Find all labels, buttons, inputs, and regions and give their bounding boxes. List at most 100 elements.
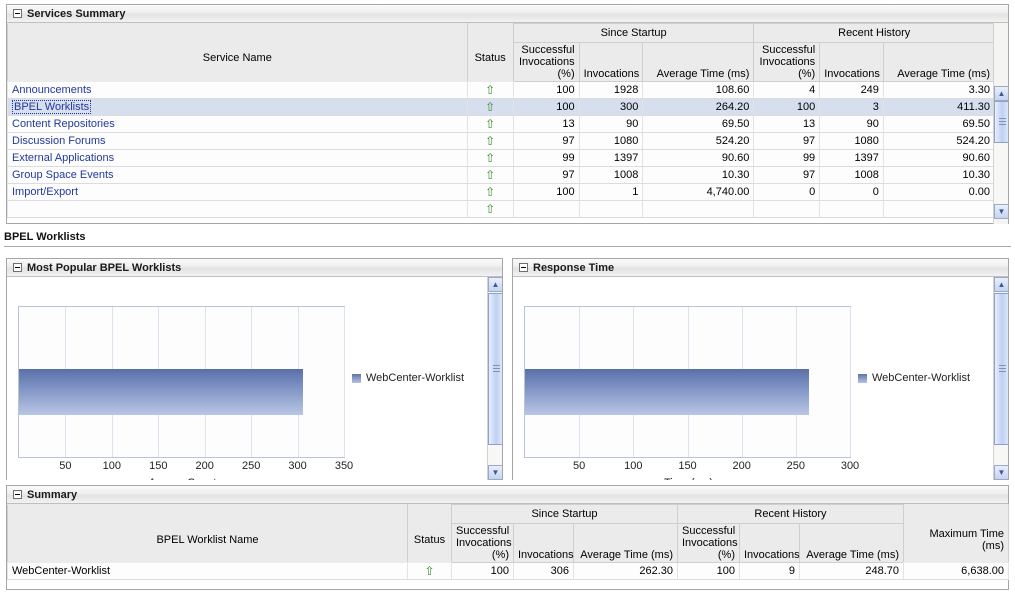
chart-bar-webcenter-worklist[interactable] [525, 368, 810, 415]
col-ss-invocations[interactable]: Invocations [578, 42, 644, 82]
status-up-arrow-icon: ⇧ [485, 150, 496, 165]
cell-ss-successful-invocations: 100 [451, 562, 514, 580]
col-ss-average-time[interactable]: Average Time (ms) [573, 523, 678, 563]
panel-title: Most Popular BPEL Worklists [27, 261, 182, 274]
cell-service-name[interactable]: Announcements [7, 81, 468, 99]
service-link[interactable]: Discussion Forums [12, 135, 106, 147]
cell-service-name[interactable]: External Applications [7, 149, 468, 167]
cell-ss-average-time: 90.60 [642, 149, 755, 167]
cell-rh-average-time: 248.70 [799, 562, 904, 580]
collapse-icon[interactable] [519, 263, 528, 272]
collapse-icon[interactable] [13, 263, 22, 272]
service-link[interactable]: Announcements [12, 84, 92, 96]
summary-table-body: WebCenter-Worklist ⇧ 100 306 262.30 100 9 248.7… [7, 562, 1009, 580]
table-group-header-row: Service Name Status Since Startup Recent… [7, 23, 995, 82]
cell-rh-successful-invocations: 4 [753, 81, 821, 99]
most-popular-header[interactable]: Most Popular BPEL Worklists [7, 259, 502, 277]
table-row[interactable]: BPEL Worklists ⇧ 100 300 264.20 100 3 411.30 [7, 98, 996, 116]
col-group-since-startup: Since Startup [512, 23, 755, 43]
scroll-thumb[interactable] [994, 101, 1008, 143]
cell-service-name[interactable]: Group Space Events [7, 166, 468, 184]
cell-service-name[interactable]: Content Repositories [7, 115, 468, 133]
col-ss-successful-invocations[interactable]: Successful Invocations (%) [451, 523, 514, 563]
table-row[interactable]: External Applications ⇧ 99 1397 90.60 99 1397 9… [7, 149, 996, 167]
col-rh-average-time[interactable]: Average Time (ms) [882, 42, 996, 82]
chart-gridline [850, 307, 851, 457]
response-time-header[interactable]: Response Time [513, 259, 1008, 277]
services-table-body: Announcements ⇧ 100 1928 108.60 4 249 3.30 BPEL … [7, 81, 996, 218]
col-rh-invocations[interactable]: Invocations [819, 42, 884, 82]
col-status[interactable]: Status [407, 504, 452, 563]
cell-rh-average-time: 3.30 [882, 81, 996, 99]
cell-ss-average-time: 524.20 [642, 132, 755, 150]
services-summary-header[interactable]: Services Summary [7, 5, 1008, 23]
cell-rh-average-time: 90.60 [882, 149, 996, 167]
scroll-up-button[interactable]: ▲ [994, 86, 1008, 101]
col-worklist-name[interactable]: BPEL Worklist Name [7, 504, 408, 563]
col-status[interactable]: Status [466, 23, 514, 82]
table-row[interactable]: Discussion Forums ⇧ 97 1080 524.20 97 1080 524.… [7, 132, 996, 150]
legend-label: WebCenter-Worklist [872, 372, 971, 384]
service-link[interactable]: BPEL Worklists [12, 100, 92, 114]
collapse-icon[interactable] [13, 9, 22, 18]
services-summary-table: Service Name Status Since Startup Recent… [7, 23, 996, 218]
status-up-arrow-icon: ⇧ [485, 184, 496, 199]
most-popular-vscrollbar[interactable]: ▲ ▼ [487, 277, 502, 480]
service-link[interactable]: Group Space Events [12, 169, 114, 181]
scroll-thumb[interactable] [488, 293, 502, 445]
cell-rh-invocations: 0 [819, 183, 884, 201]
cell-rh-average-time: 524.20 [882, 132, 996, 150]
table-row[interactable]: WebCenter-Worklist ⇧ 100 306 262.30 100 9 248.7… [7, 562, 1009, 580]
cell-ss-invocations: 1 [578, 183, 644, 201]
table-row[interactable]: Group Space Events ⇧ 97 1008 10.30 97 1008 10.3… [7, 166, 996, 184]
col-ss-average-time[interactable]: Average Time (ms) [642, 42, 755, 82]
panel-title: Services Summary [27, 7, 126, 20]
response-time-vscrollbar[interactable]: ▲ ▼ [993, 277, 1008, 480]
col-ss-invocations[interactable]: Invocations [513, 523, 574, 563]
service-link[interactable]: Content Repositories [12, 118, 115, 130]
cell-ss-successful-invocations: 13 [512, 115, 580, 133]
scroll-down-button[interactable]: ▼ [994, 465, 1008, 480]
services-table-vscrollbar[interactable]: ▲ ▼ [993, 23, 1008, 224]
cell-rh-average-time: 69.50 [882, 115, 996, 133]
table-row[interactable]: Announcements ⇧ 100 1928 108.60 4 249 3.30 [7, 81, 996, 99]
scroll-grip-icon [493, 365, 500, 373]
cell-maximum-time: 6,638.00 [903, 562, 1009, 580]
cell-ss-invocations: 300 [578, 98, 644, 116]
cell-ss-average-time: 4,740.00 [642, 183, 755, 201]
scroll-up-button[interactable]: ▲ [994, 277, 1008, 292]
table-row[interactable]: Import/Export ⇧ 100 1 4,740.00 0 0 0.00 [7, 183, 996, 201]
col-rh-average-time[interactable]: Average Time (ms) [799, 523, 904, 563]
scroll-thumb[interactable] [994, 293, 1008, 445]
table-row[interactable]: ⇧ [7, 200, 996, 218]
legend-swatch-icon [352, 373, 361, 383]
scroll-down-button[interactable]: ▼ [994, 204, 1008, 219]
status-up-arrow-icon: ⇧ [485, 116, 496, 131]
cell-rh-invocations: 9 [739, 562, 800, 580]
summary-header[interactable]: Summary [7, 486, 1008, 504]
chart-x-tick-label: 150 [149, 460, 168, 472]
col-rh-invocations[interactable]: Invocations [739, 523, 800, 563]
service-link[interactable]: Import/Export [12, 186, 78, 198]
col-rh-successful-invocations[interactable]: Successful Invocations (%) [753, 42, 821, 82]
cell-service-name[interactable] [7, 200, 468, 218]
col-rh-successful-invocations[interactable]: Successful Invocations (%) [677, 523, 740, 563]
scroll-up-button[interactable]: ▲ [488, 277, 502, 292]
cell-rh-invocations: 1008 [819, 166, 884, 184]
cell-status: ⇧ [466, 132, 514, 150]
summary-group-header-row: BPEL Worklist Name Status Since Startup … [7, 504, 1009, 563]
table-row[interactable]: Content Repositories ⇧ 13 90 69.50 13 90 69.50 [7, 115, 996, 133]
collapse-icon[interactable] [13, 490, 22, 499]
scroll-down-button[interactable]: ▼ [488, 465, 502, 480]
status-up-arrow-icon: ⇧ [485, 133, 496, 148]
cell-service-name[interactable]: Import/Export [7, 183, 468, 201]
chart-bar-webcenter-worklist[interactable] [19, 368, 304, 415]
cell-service-name[interactable]: Discussion Forums [7, 132, 468, 150]
cell-status: ⇧ [466, 98, 514, 116]
col-maximum-time[interactable]: Maximum Time (ms) [903, 504, 1009, 563]
col-service-name[interactable]: Service Name [7, 23, 468, 82]
cell-service-name[interactable]: BPEL Worklists [7, 98, 468, 116]
cell-ss-successful-invocations: 99 [512, 149, 580, 167]
service-link[interactable]: External Applications [12, 152, 114, 164]
col-ss-successful-invocations[interactable]: Successful Invocations (%) [512, 42, 580, 82]
